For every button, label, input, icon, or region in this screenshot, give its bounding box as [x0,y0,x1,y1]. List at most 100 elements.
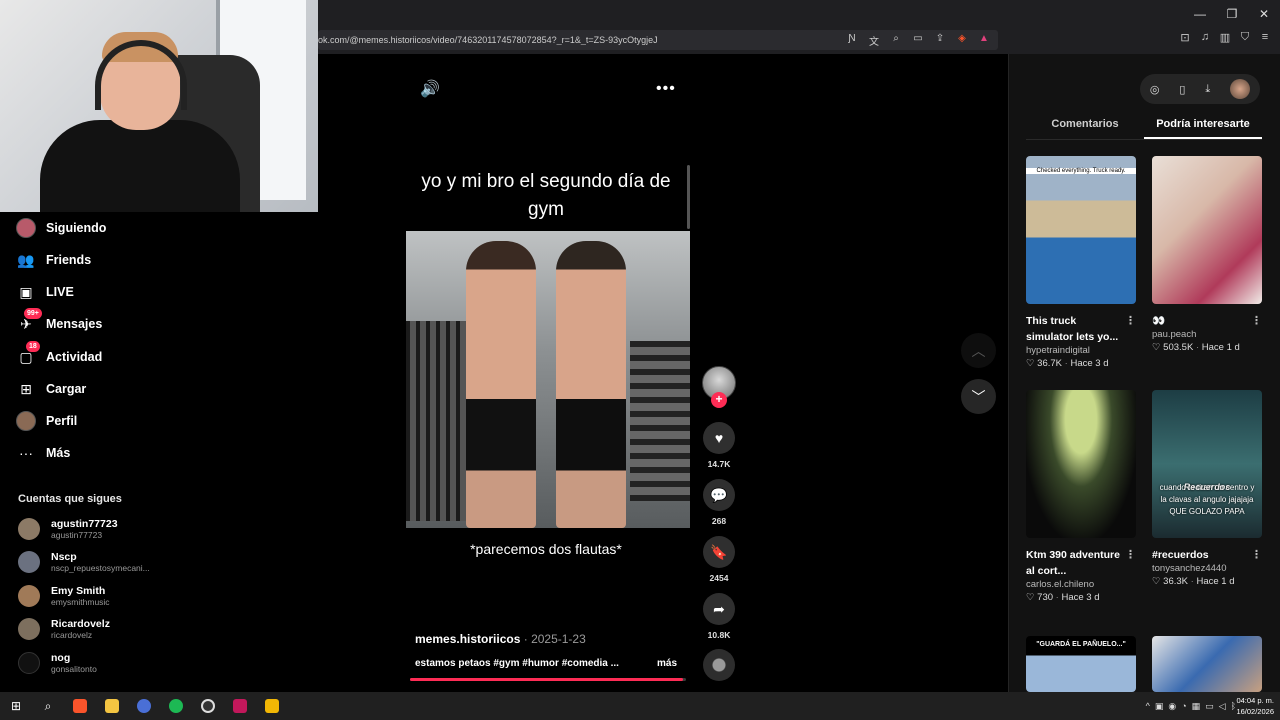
card-menu-icon[interactable]: ⋮ [1125,547,1136,563]
video-person-left [466,241,536,528]
address-bar[interactable]: ok.com/@memes.historiicos/video/74632011… [318,30,998,50]
card-menu-icon[interactable]: ⋮ [1251,313,1262,329]
card-thumbnail[interactable] [1026,390,1136,538]
zoom-icon[interactable]: ⌕ [888,33,904,48]
speaker-icon[interactable]: ◁ [1219,701,1226,712]
recommended-card[interactable]: Checked everything. Truck ready. This tr… [1026,156,1136,369]
tab-recommended[interactable]: Podría interesarte [1144,116,1262,139]
share-action[interactable]: ➦ 10.8K [702,593,736,640]
sidebar-toggle-icon[interactable]: ▥ [1218,31,1232,44]
battery-icon[interactable]: ▭ [1205,701,1214,712]
wifi-icon[interactable]: ◔ [1181,701,1186,711]
sidebar-item-upload[interactable]: ⊞ Cargar [16,377,86,401]
followed-account[interactable]: Ricardovelz ricardovelz [18,618,110,640]
recommended-card[interactable]: "GUARDÁ EL PAÑUELO..." [1026,636,1136,692]
share-arrow-icon[interactable]: ➦ [703,593,735,625]
card-user[interactable]: tonysanchez4440 [1152,563,1262,574]
obs-icon[interactable] [192,692,224,720]
card-user[interactable]: hypetraindigital [1026,345,1136,356]
app-icon[interactable] [128,692,160,720]
file-explorer-icon[interactable] [96,692,128,720]
avatar [18,551,40,573]
follow-button[interactable]: + [711,392,727,408]
comment-icon[interactable]: 💬 [703,479,735,511]
recommended-card[interactable]: 👀 ⋮ pau.peach ♡ 503.5K · Hace 1 d [1152,156,1262,353]
author-name[interactable]: memes.historiicos [415,632,520,646]
card-user[interactable]: pau.peach [1152,329,1262,340]
followed-account[interactable]: Nscp nscp_repuestosymecani... [18,551,150,573]
spotify-icon[interactable] [160,692,192,720]
steam-icon[interactable]: ◉ [1168,701,1176,712]
close-button[interactable]: ✕ [1248,4,1280,24]
recommended-card[interactable]: Ktm 390 adventure al cort... ⋮ carlos.el.… [1026,390,1136,603]
affinity-icon[interactable] [224,692,256,720]
account-name: nog [51,652,71,664]
network-icon[interactable]: ▦ [1192,701,1201,712]
sidebar-item-messages[interactable]: ✈ 99+ Mensajes [16,308,103,336]
minimize-button[interactable]: — [1184,4,1216,24]
more-description-button[interactable]: más [657,658,677,669]
no-translate-icon[interactable]: Ɲ [844,33,860,48]
sidebar-item-label: Mensajes [46,317,103,331]
card-thumbnail[interactable]: Recuerdos cuando te tiran un centro y la… [1152,390,1262,538]
card-thumbnail[interactable]: "GUARDÁ EL PAÑUELO..." [1026,636,1136,692]
music-icon[interactable]: ♫ [1198,31,1212,44]
like-action[interactable]: ♥ 14.7K [702,422,736,469]
heart-outline-icon: ♡ [1026,358,1035,369]
comment-action[interactable]: 💬 268 [702,479,736,526]
video-progress-bar[interactable] [410,678,686,681]
previous-video-button[interactable]: ︿ [961,333,996,368]
share-icon[interactable]: ⇪ [932,33,948,48]
more-options-icon[interactable]: ••• [656,80,676,98]
reader-icon[interactable]: ⊡ [1178,31,1192,44]
compass-icon[interactable]: ◎ [1150,83,1160,96]
windows-start-icon[interactable]: ⊞ [0,692,32,720]
vpn-icon[interactable]: ⛉ [1238,31,1252,44]
sidebar-item-profile[interactable]: Perfil [16,409,77,433]
card-thumbnail[interactable] [1152,156,1262,304]
tray-chevron-icon[interactable]: ^ [1146,701,1150,711]
translate-icon[interactable]: 文 [866,33,882,48]
sidebar-item-live[interactable]: ▣ LIVE [16,280,73,304]
sidebar-item-more[interactable]: ··· Más [16,441,70,465]
sidebar-item-activity[interactable]: ▢ 18 Actividad [16,341,102,369]
card-user[interactable]: carlos.el.chileno [1026,579,1136,590]
system-clock[interactable]: 04:04 p. m. 16/02/2026 [1236,695,1274,717]
recommended-card[interactable]: Recuerdos cuando te tiran un centro y la… [1152,390,1262,587]
next-video-button[interactable]: ﹀ [961,379,996,414]
heart-icon[interactable]: ♥ [703,422,735,454]
menu-icon[interactable]: ≡ [1258,31,1272,44]
card-menu-icon[interactable]: ⋮ [1251,547,1262,563]
phone-icon[interactable]: ▯ [1179,83,1185,96]
tray-app-icon[interactable]: ▣ [1155,701,1164,712]
music-disc-icon[interactable] [703,649,735,681]
rockstar-icon[interactable] [256,692,288,720]
followed-account[interactable]: agustin77723 agustin77723 [18,518,118,540]
brave-shield-icon[interactable]: ◈ [954,33,970,48]
volume-icon[interactable]: 🔊 [420,79,440,99]
cast-icon[interactable]: ▭ [910,33,926,48]
video-frame[interactable] [406,231,690,528]
restore-button[interactable]: ❐ [1216,4,1248,24]
sidebar-item-following[interactable]: Siguiendo [16,216,106,240]
avatar[interactable] [1230,79,1251,99]
video-scrollbar[interactable] [687,165,690,229]
brave-browser-icon[interactable] [64,692,96,720]
search-icon[interactable]: ⌕ [32,692,64,720]
recommended-card[interactable] [1152,636,1262,692]
card-thumbnail[interactable] [1152,636,1262,692]
sidebar-item-friends[interactable]: 👥 Friends [16,248,91,272]
bookmark-icon[interactable]: 🔖 [703,536,735,568]
tab-comments[interactable]: Comentarios [1026,116,1144,139]
download-icon[interactable]: ⤓ [1205,83,1210,96]
url-text[interactable]: ok.com/@memes.historiicos/video/74632011… [318,35,844,45]
card-menu-icon[interactable]: ⋮ [1125,313,1136,329]
card-likes: 730 [1037,592,1054,603]
clock-date: 16/02/2026 [1236,707,1274,716]
followed-account[interactable]: Emy Smith emysmithmusic [18,585,110,607]
brave-rewards-icon[interactable]: ▲ [976,33,992,48]
followed-account[interactable]: nog gonsalitonto [18,652,97,674]
card-thumbnail[interactable]: Checked everything. Truck ready. [1026,156,1136,304]
save-action[interactable]: 🔖 2454 [702,536,736,583]
bluetooth-icon[interactable]: ᛒ [1231,701,1236,711]
